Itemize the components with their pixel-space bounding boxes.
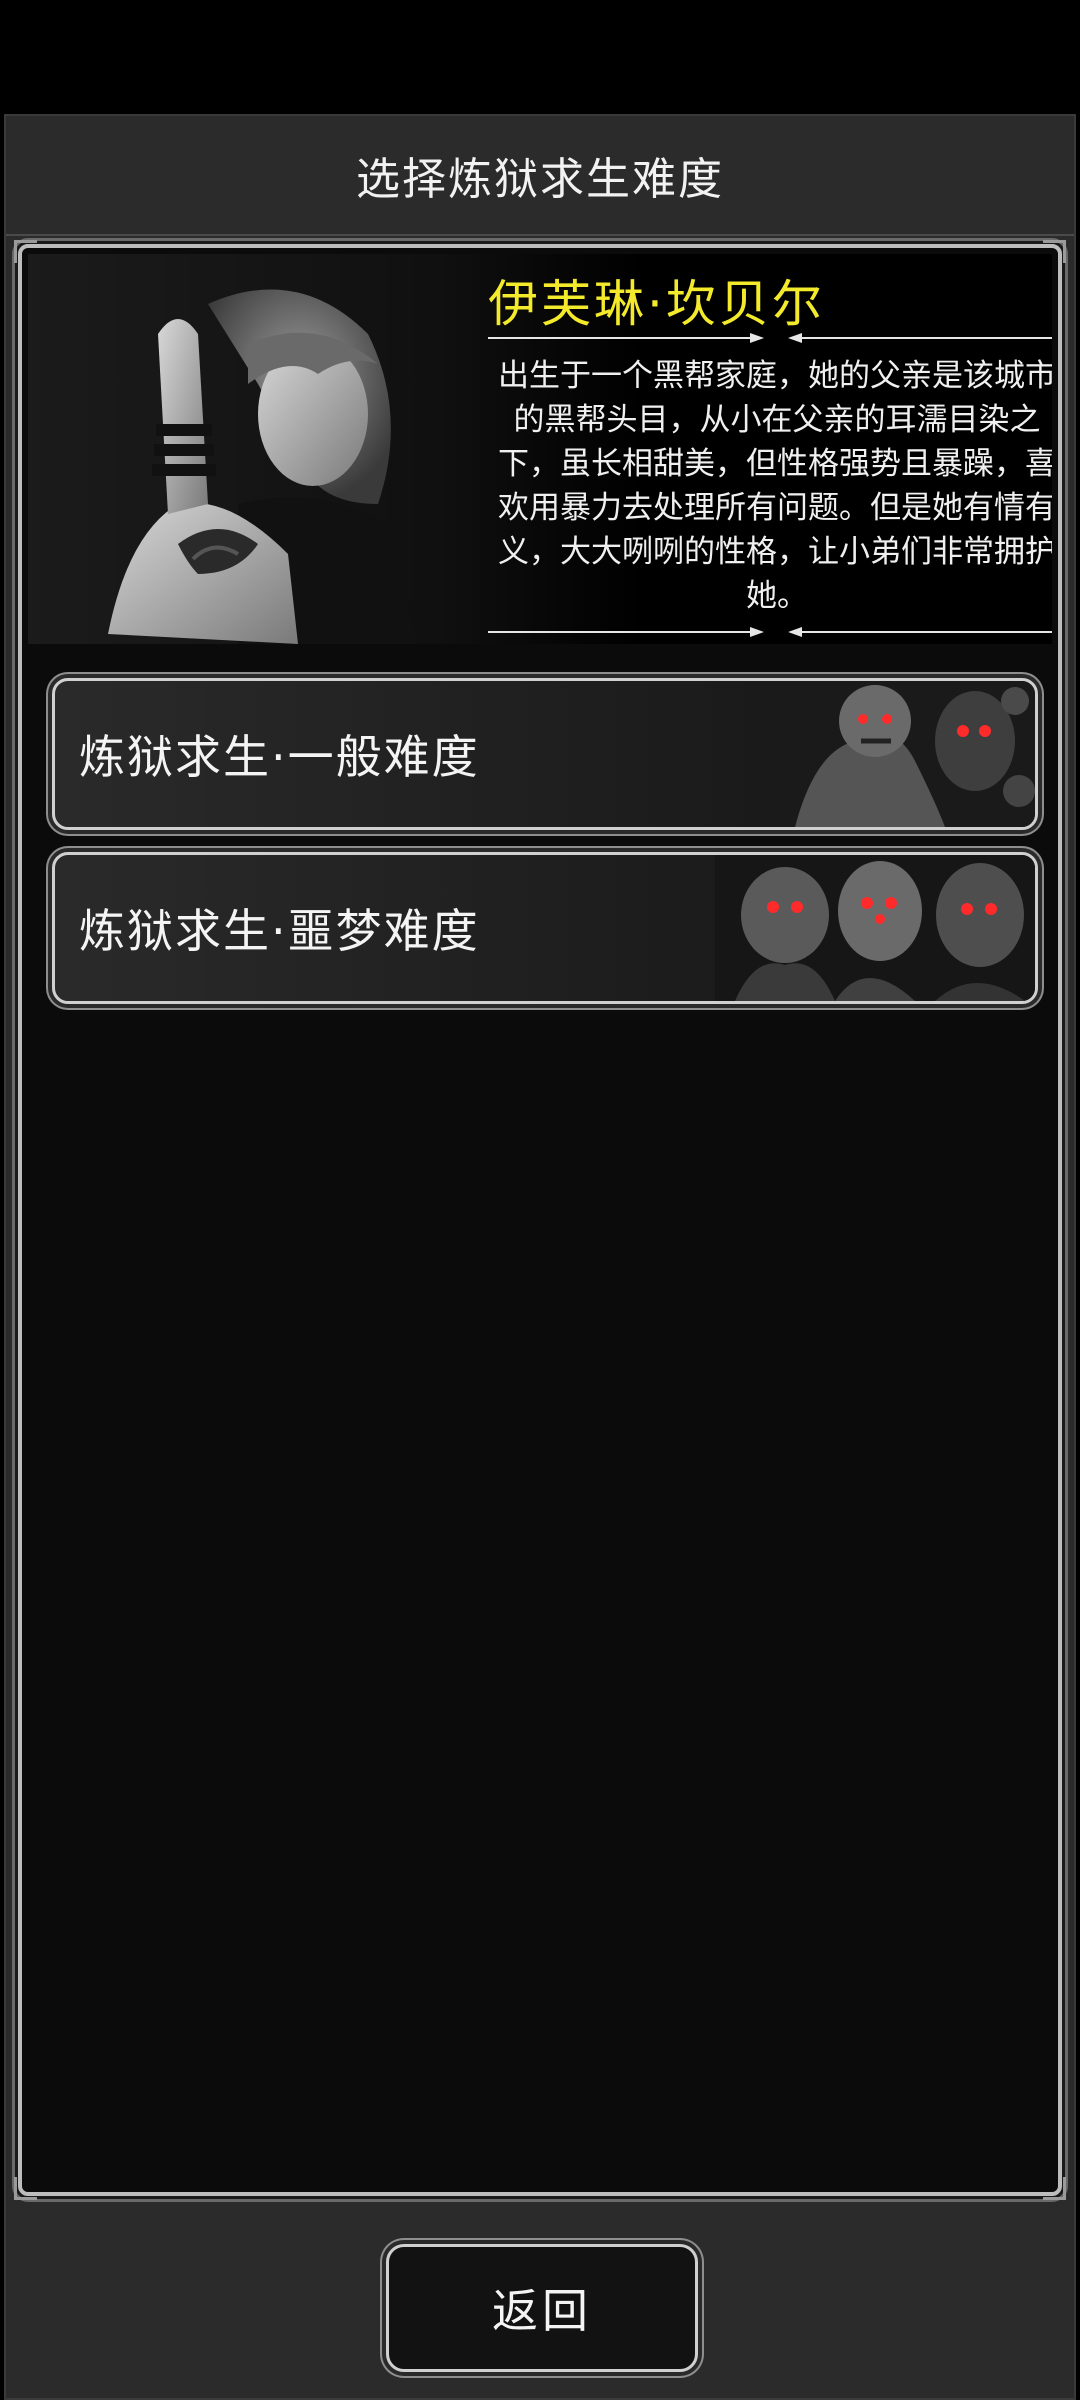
ornament-divider <box>488 333 1052 343</box>
zombie-art-icon <box>775 681 1035 827</box>
character-name: 伊芙琳·坎贝尔 <box>488 275 825 333</box>
status-bar <box>0 0 1080 112</box>
bottom-bar: 返回 <box>6 2206 1074 2396</box>
main-panel: 伊芙琳·坎贝尔 出生于一个黑帮家庭，她的父亲是该城市的黑帮头目，从小在父亲的耳濡… <box>14 240 1066 2200</box>
frame-corner <box>1043 2177 1066 2200</box>
difficulty-normal-label: 炼狱求生·一般难度 <box>79 730 480 784</box>
difficulty-select-screen: 选择炼狱求生难度 伊芙琳·坎贝尔 出生于一个黑帮家庭，她的父亲是该城市的黑帮头目… <box>4 114 1076 2400</box>
page-title: 选择炼狱求生难度 <box>6 116 1074 236</box>
character-description: 出生于一个黑帮家庭，她的父亲是该城市的黑帮头目，从小在父亲的耳濡目染之下，虽长相… <box>498 358 1052 614</box>
back-button[interactable]: 返回 <box>386 2244 698 2372</box>
difficulty-nightmare-button[interactable]: 炼狱求生·噩梦难度 <box>52 852 1038 1004</box>
difficulty-nightmare-label: 炼狱求生·噩梦难度 <box>79 904 480 958</box>
frame-corner <box>14 2177 37 2200</box>
character-portrait <box>108 289 418 644</box>
zombie-art-icon <box>715 855 1035 1001</box>
difficulty-normal-button[interactable]: 炼狱求生·一般难度 <box>52 678 1038 830</box>
ornament-divider <box>488 627 1052 637</box>
character-card: 伊芙琳·坎贝尔 出生于一个黑帮家庭，她的父亲是该城市的黑帮头目，从小在父亲的耳濡… <box>28 254 1052 644</box>
